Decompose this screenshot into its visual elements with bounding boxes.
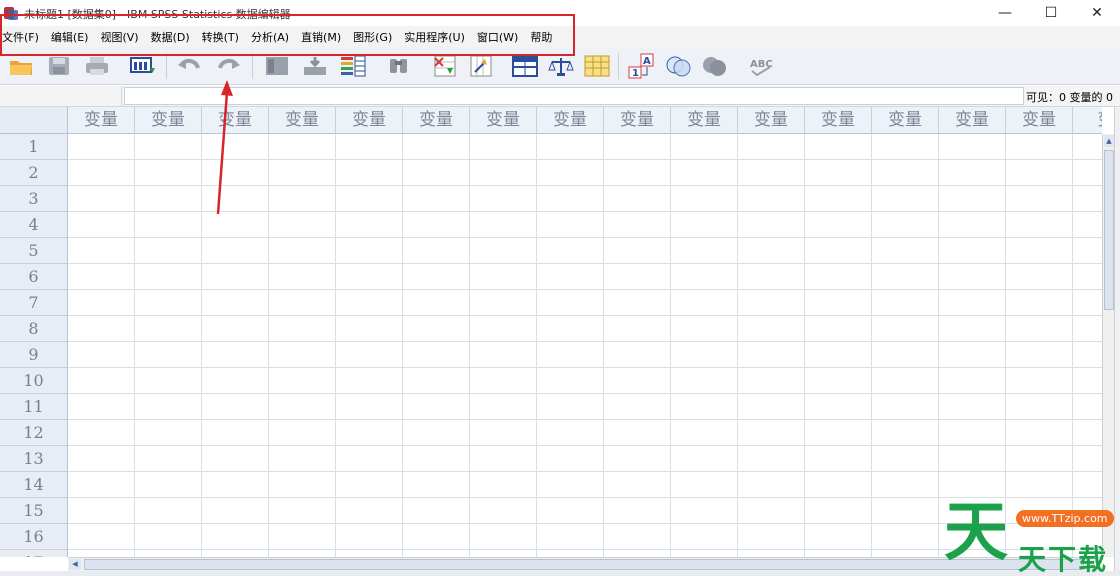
column-header[interactable]: 变量 [202, 107, 269, 134]
weight-cases-icon[interactable] [546, 52, 576, 80]
find-icon[interactable] [384, 52, 414, 80]
column-header[interactable]: 变量 [939, 107, 1006, 134]
show-all-variables-icon[interactable] [700, 52, 730, 80]
row-header[interactable]: 15 [0, 498, 68, 524]
annotation-menu-highlight [0, 14, 575, 56]
column-header[interactable]: 变量 [470, 107, 537, 134]
row-header[interactable]: 10 [0, 368, 68, 394]
spell-check-icon[interactable]: ABC [746, 52, 776, 80]
svg-text:1: 1 [632, 68, 639, 79]
column-header[interactable]: 变量 [269, 107, 336, 134]
value-labels-icon[interactable]: A1 [626, 52, 656, 80]
svg-text:A: A [643, 56, 651, 67]
open-folder-icon[interactable] [6, 52, 36, 80]
row-header[interactable]: 5 [0, 238, 68, 264]
column-header[interactable]: 变量 [68, 107, 135, 134]
goto-variable-icon[interactable] [300, 52, 330, 80]
column-header[interactable]: 变量 [336, 107, 403, 134]
vertical-scrollbar[interactable]: ▲ [1102, 134, 1114, 557]
split-file-icon[interactable] [510, 52, 540, 80]
watermark-logo: 天 www.TTzip.com 天下载 [940, 498, 1120, 576]
row-header[interactable]: 11 [0, 394, 68, 420]
cell-editor-bar: 可见：0 变量的 0 [0, 86, 1120, 107]
scroll-up-icon[interactable]: ▲ [1104, 135, 1114, 147]
variables-icon[interactable] [338, 52, 368, 80]
maximize-button[interactable]: ☐ [1028, 0, 1074, 26]
row-header[interactable]: 8 [0, 316, 68, 342]
print-icon[interactable] [82, 52, 112, 80]
row-header[interactable]: 2 [0, 160, 68, 186]
row-header[interactable]: 16 [0, 524, 68, 550]
column-header[interactable]: 变量 [872, 107, 939, 134]
recall-dialog-icon[interactable] [128, 52, 158, 80]
row-header[interactable]: 14 [0, 472, 68, 498]
cell-value-input[interactable] [124, 87, 1024, 105]
column-header[interactable]: 变量 [738, 107, 805, 134]
column-header[interactable]: 变量 [805, 107, 872, 134]
column-header[interactable]: 变量 [135, 107, 202, 134]
insert-cases-icon[interactable] [430, 52, 460, 80]
visible-variables-status: 可见：0 变量的 0 [1026, 91, 1113, 104]
use-sets-icon[interactable] [664, 52, 694, 80]
redo-icon[interactable] [214, 52, 244, 80]
column-header[interactable]: 变量 [604, 107, 671, 134]
insert-variable-icon[interactable] [466, 52, 496, 80]
column-header[interactable]: 变量 [403, 107, 470, 134]
horizontal-scroll-thumb[interactable] [84, 559, 1084, 570]
column-header[interactable]: 变量 [1006, 107, 1073, 134]
watermark-url: www.TTzip.com [1016, 510, 1114, 527]
row-header[interactable]: 9 [0, 342, 68, 368]
save-icon[interactable] [44, 52, 74, 80]
row-header[interactable]: 12 [0, 420, 68, 446]
goto-case-icon[interactable] [262, 52, 292, 80]
close-button[interactable]: ✕ [1074, 0, 1120, 26]
data-grid[interactable]: 变量变量变量变量变量变量变量变量变量变量变量变量变量变量变量变123456789… [0, 107, 1102, 557]
row-header[interactable]: 4 [0, 212, 68, 238]
undo-icon[interactable] [174, 52, 204, 80]
watermark-big-char: 天 [944, 496, 1008, 570]
grid-corner[interactable] [0, 107, 68, 134]
row-header[interactable]: 7 [0, 290, 68, 316]
row-header[interactable]: 17 [0, 550, 68, 557]
row-header[interactable]: 1 [0, 134, 68, 160]
column-header[interactable]: 变量 [671, 107, 738, 134]
cell-reference-box[interactable] [0, 86, 122, 106]
window-controls: — ☐ ✕ [982, 0, 1120, 26]
select-cases-icon[interactable] [582, 52, 612, 80]
vertical-scroll-thumb[interactable] [1104, 150, 1114, 310]
watermark-text: 天下载 [1018, 543, 1109, 576]
minimize-button[interactable]: — [982, 0, 1028, 26]
scroll-left-icon[interactable]: ◀ [69, 559, 81, 570]
row-header[interactable]: 13 [0, 446, 68, 472]
column-header[interactable]: 变量 [537, 107, 604, 134]
column-header[interactable]: 变 [1073, 107, 1102, 134]
row-header[interactable]: 3 [0, 186, 68, 212]
row-header[interactable]: 6 [0, 264, 68, 290]
